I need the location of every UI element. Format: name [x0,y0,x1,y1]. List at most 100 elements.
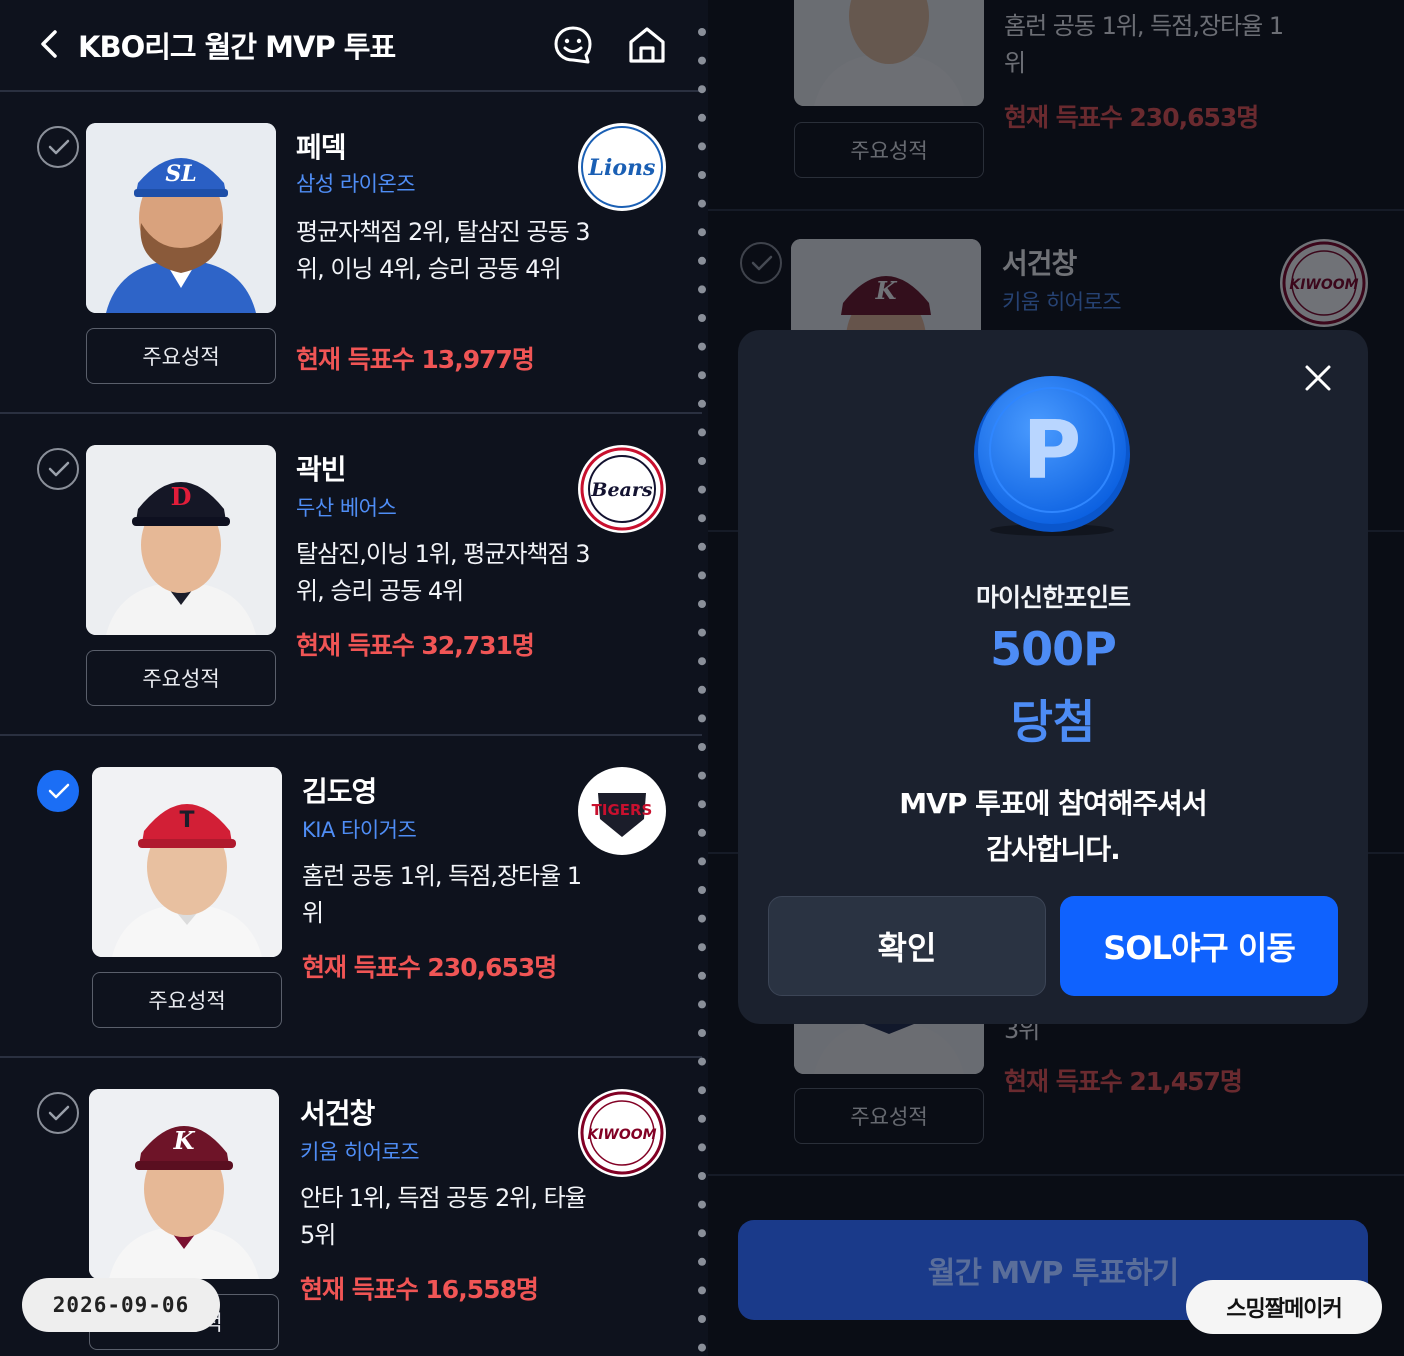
screen-divider-dots [698,28,706,1352]
divider-dot [698,914,706,923]
team-logo-text: Lions [588,155,656,181]
divider-dot [698,342,706,351]
chevron-left-icon[interactable] [34,28,66,60]
point-coin-icon: P [974,376,1130,536]
divider-dot [698,1086,706,1095]
maker-watermark: 스밍짤메이커 [1186,1280,1382,1334]
point-reward-modal: P 마이신한포인트 500P 당첨 MVP 투표에 참여해주셔서 감사합니다. … [738,330,1368,1024]
divider-dot [698,314,706,322]
stats-button[interactable]: 주요성적 [92,972,282,1028]
team-logo-text: KIWOOM [587,1127,656,1143]
team-logo-bears: Bears [578,445,666,533]
divider-dot [698,28,706,36]
player-stats-summary: 안타 1위, 득점 공동 2위, 타율 5위 [300,1184,587,1249]
stats-button[interactable]: 주요성적 [86,328,276,384]
divider-dot [698,485,706,494]
team-name: 두산 베어스 [296,496,397,520]
player-photo: T [92,767,282,957]
player-name: 곽빈 [296,453,347,486]
divider-dot [698,771,706,780]
divider-dot [698,1143,706,1152]
select-checkbox[interactable] [37,1092,79,1134]
divider-dot [698,199,706,208]
vote-count: 현재 득표수 21,457명 [1004,1067,1243,1096]
select-checkbox-checked[interactable] [37,770,79,812]
player-stats-summary: 탈삼진,이닝 1위, 평균자책점 3위, 승리 공동 4위 [296,540,591,605]
team-logo-kiwoom: KIWOOM [1280,239,1368,327]
team-logo-text: Bears [590,479,652,501]
divider-dot [698,828,706,837]
vote-count: 현재 득표수 13,977명 [296,345,535,374]
card-divider [708,209,1404,211]
divider-dot [698,428,706,437]
team-logo-lions: Lions [578,123,666,211]
select-checkbox[interactable] [37,126,79,168]
team-name: 키움 히어로즈 [300,1140,420,1164]
divider-dot [698,685,706,694]
divider-dot [698,542,706,551]
player-photo: D [86,445,276,635]
sol-baseball-button[interactable]: SOL야구 이동 [1060,896,1338,996]
team-logo-text: TIGERS [592,801,653,819]
player-name: 페덱 [296,131,347,164]
team-logo-text: KIWOOM [1289,277,1358,293]
select-checkbox[interactable] [740,242,782,284]
svg-text:K: K [875,276,898,305]
svg-text:SL: SL [165,161,196,187]
player-name: 김도영 [302,775,377,808]
divider-dot [698,399,706,408]
vote-count: 현재 득표수 230,653명 [1004,103,1259,132]
player-photo: SL [86,123,276,313]
stats-button[interactable]: 주요성적 [794,1088,984,1144]
home-icon[interactable] [626,24,668,66]
confirm-button[interactable]: 확인 [768,896,1046,996]
team-name: 키움 히어로즈 [1002,290,1122,314]
divider-dot [698,285,706,294]
divider-dot [698,1257,706,1266]
player-name: 서건창 [300,1097,375,1130]
player-photo [794,0,984,106]
date-stamp: 2026-09-06 [22,1278,220,1332]
player-stats-summary: 홈런 공동 1위, 득점,장타율 1위 [1004,12,1284,77]
app-header: KBO리그 월간 MVP 투표 [0,0,702,88]
select-checkbox[interactable] [37,448,79,490]
divider-dot [698,1000,706,1009]
divider-dot [698,800,706,809]
win-label: 당첨 [1010,695,1096,749]
divider-dot [698,657,706,666]
point-amount: 500P [990,622,1117,676]
divider-dot [698,256,706,265]
divider-dot [698,571,706,580]
vote-count: 현재 득표수 16,558명 [300,1275,539,1304]
team-name: 삼성 라이온즈 [296,172,416,196]
close-icon[interactable] [1302,362,1334,394]
divider-dot [698,1229,706,1238]
point-program-name: 마이신한포인트 [975,583,1131,612]
chatbot-icon[interactable] [552,24,594,66]
divider-dot [698,1200,706,1209]
team-logo-tigers: TIGERS [578,767,666,855]
card-divider [708,1174,1404,1176]
player-name: 서건창 [1002,247,1077,280]
player-photo: K [89,1089,279,1279]
divider-dot [698,457,706,465]
divider-dot [698,600,706,608]
vote-result-screen: 홈런 공동 1위, 득점,장타율 1위 현재 득표수 230,653명 주요성적… [708,0,1404,1356]
svg-text:D: D [171,482,192,511]
divider-dot [698,943,706,952]
stats-button[interactable]: 주요성적 [86,650,276,706]
divider-dot [698,743,706,751]
divider-dot [698,171,706,179]
team-name: KIA 타이거즈 [302,818,417,842]
team-logo-kiwoom: KIWOOM [578,1089,666,1177]
divider-dot [698,1286,706,1295]
divider-dot [698,1114,706,1123]
divider-dot [698,1343,706,1352]
player-card: SL 주요성적 페덱 삼성 라이온즈 평균자책점 2위, 탈삼진 공동 3위, … [0,94,702,414]
stats-button[interactable]: 주요성적 [794,122,984,178]
vote-count: 현재 득표수 32,731명 [296,631,535,660]
player-stats-summary: 평균자책점 2위, 탈삼진 공동 3위, 이닝 4위, 승리 공동 4위 [296,218,591,283]
divider-dot [698,886,706,894]
divider-dot [698,85,706,94]
player-card: D 주요성적 곽빈 두산 베어스 탈삼진,이닝 1위, 평균자책점 3위, 승리… [0,416,702,736]
